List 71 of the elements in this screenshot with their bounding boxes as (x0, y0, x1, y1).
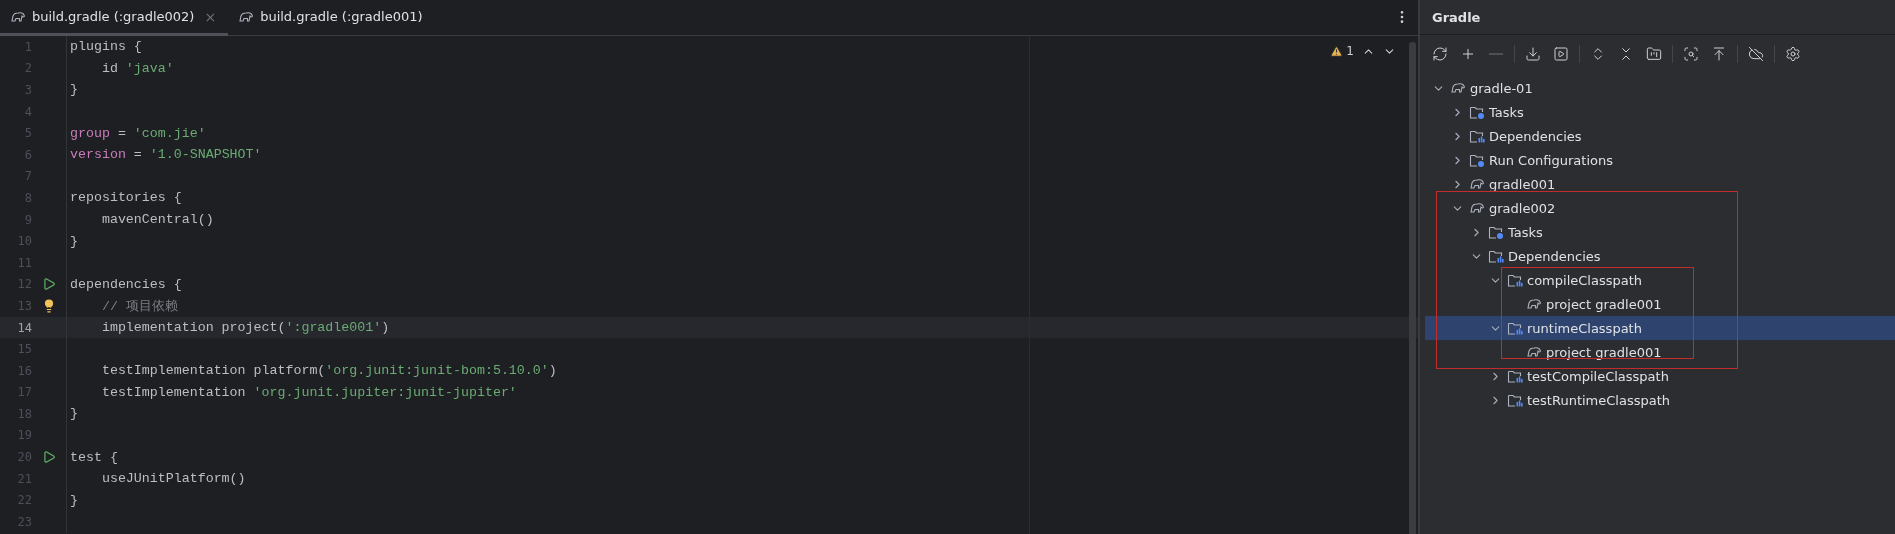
refresh-icon (1432, 46, 1448, 62)
folder-icon (1469, 128, 1485, 144)
code-text: } (69, 82, 78, 98)
folder-icon (1507, 320, 1523, 336)
warning-icon[interactable] (1330, 44, 1344, 58)
code-text: dependencies { (69, 276, 182, 292)
elephant-icon (1469, 177, 1485, 191)
toolbar-button[interactable] (1746, 44, 1766, 64)
run-icon[interactable] (42, 277, 56, 292)
elephant-icon (1469, 201, 1485, 215)
folder-icon (1469, 104, 1485, 120)
toolbar-button[interactable] (1681, 44, 1701, 64)
code-text: implementation project(':gradle001') (100, 320, 390, 335)
elephant-icon (1526, 297, 1542, 311)
code-text: useJUnitPlatform() (100, 471, 246, 487)
folder-icon (1507, 392, 1523, 408)
tree-item[interactable]: Run Configurations (1425, 148, 1895, 172)
code-text: group = 'com.jie' (69, 125, 206, 141)
code-text: repositories { (69, 190, 182, 206)
code-text: plugins { (69, 39, 142, 55)
editor-tab[interactable]: build.gradle (:gradle001) (228, 0, 435, 36)
panel-title: Gradle (1420, 0, 1895, 35)
arrows-up-icon (1711, 46, 1727, 62)
plus-icon (1460, 46, 1476, 62)
line-number: 14 (16, 320, 32, 335)
tree-item[interactable]: gradle002 (1425, 196, 1895, 220)
search-chart-icon (1683, 46, 1699, 62)
code-text: testImplementation 'org.junit.jupiter:junit-jupiter' (100, 384, 517, 400)
tree-item[interactable]: project gradle001 (1425, 292, 1895, 316)
code-text: version = '1.0-SNAPSHOT' (69, 147, 262, 163)
tree-item[interactable]: gradle001 (1425, 172, 1895, 196)
play-window-icon (1553, 46, 1569, 62)
code-text: // 项目依赖 (100, 297, 178, 315)
folder-icon (1507, 368, 1523, 384)
code-text: } (69, 233, 78, 249)
lightbulb-icon[interactable] (42, 298, 56, 313)
code-text: id 'java' (100, 60, 174, 76)
tree-item[interactable]: Tasks (1425, 220, 1895, 244)
toolbar-button[interactable] (1430, 44, 1450, 64)
elephant-icon (1526, 345, 1542, 359)
folder-icon (1488, 248, 1504, 264)
cloud-off-icon (1748, 46, 1764, 62)
warning-count: 1 (1346, 44, 1354, 58)
run-icon[interactable] (42, 450, 56, 465)
tree-item[interactable]: project gradle001 (1425, 340, 1895, 364)
tree-item[interactable]: runtimeClasspath (1425, 316, 1895, 340)
code-text: mavenCentral() (100, 212, 214, 228)
minus-icon (1489, 53, 1503, 55)
folder-icon (1488, 224, 1504, 240)
tree-item[interactable]: Tasks (1425, 100, 1895, 124)
download-icon (1525, 46, 1541, 62)
folder-grid-icon (1646, 46, 1662, 62)
tree-item[interactable]: testRuntimeClasspath (1425, 388, 1895, 412)
tree-item[interactable]: Dependencies (1425, 124, 1895, 148)
folder-icon (1507, 272, 1523, 288)
elephant-icon (238, 9, 255, 24)
folder-icon (1469, 152, 1485, 168)
toolbar-button[interactable] (1551, 44, 1571, 64)
code-text: } (69, 406, 78, 422)
elephant-icon (1450, 81, 1466, 95)
code-text: test { (69, 449, 118, 465)
toolbar-button[interactable] (1783, 44, 1803, 64)
tree-item[interactable]: Dependencies (1425, 244, 1895, 268)
tree-item[interactable]: gradle-01 (1425, 76, 1895, 100)
settings-icon (1785, 46, 1801, 62)
tree-item[interactable]: compileClasspath (1425, 268, 1895, 292)
elephant-icon (10, 9, 26, 24)
code-text: testImplementation platform('org.junit:junit-bom:5.10.0') (100, 363, 557, 379)
scrollbar[interactable] (1409, 42, 1416, 534)
tree-item[interactable]: testCompileClasspath (1425, 364, 1895, 388)
code-text: } (69, 492, 78, 508)
